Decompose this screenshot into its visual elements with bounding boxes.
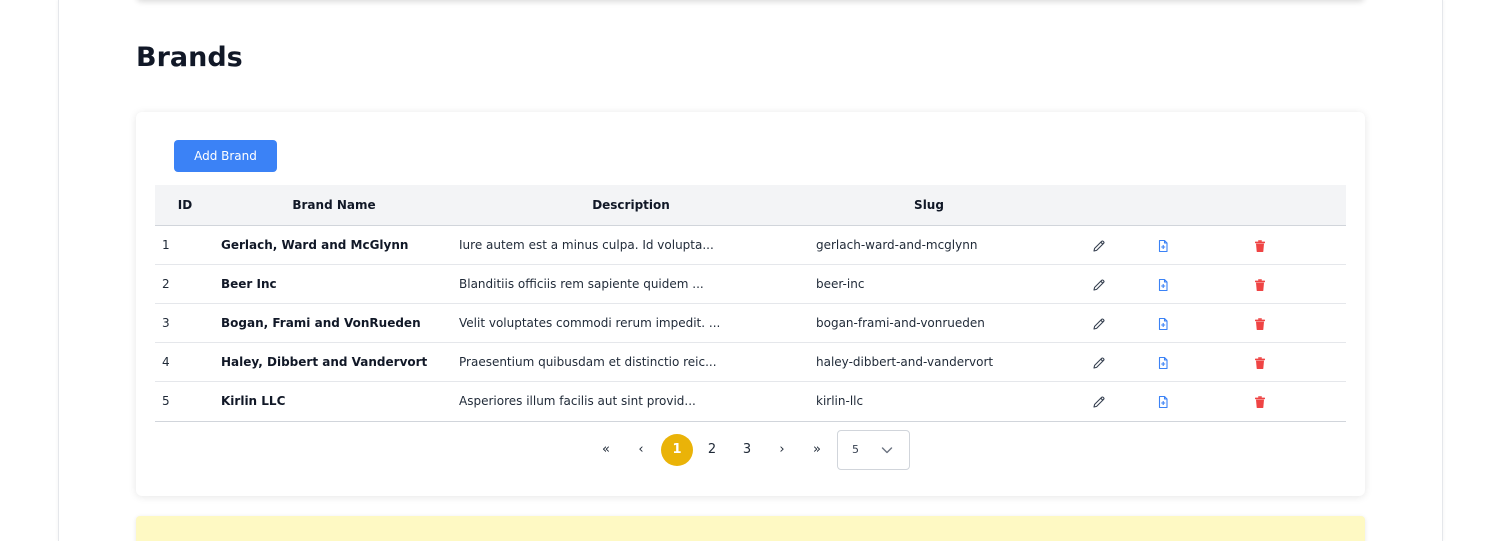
trash-icon[interactable] xyxy=(1253,238,1267,252)
brands-table: ID Brand Name Description Slug 1 Gerlach,… xyxy=(155,185,1346,422)
column-header-description[interactable]: Description xyxy=(459,185,803,225)
page-button-1[interactable]: 1 xyxy=(661,434,693,466)
pencil-icon[interactable] xyxy=(1092,238,1106,252)
cell-slug: bogan-frami-and-vonrueden xyxy=(816,316,985,330)
document-icon[interactable] xyxy=(1156,238,1170,253)
pencil-icon[interactable] xyxy=(1092,355,1106,369)
cell-brand-name: Beer Inc xyxy=(221,277,277,291)
cell-id: 1 xyxy=(162,238,170,252)
cell-id: 2 xyxy=(162,277,170,291)
table-header: ID Brand Name Description Slug xyxy=(155,185,1346,226)
table-row: 2 Beer Inc Blanditiis officiis rem sapient… xyxy=(155,265,1346,304)
cell-brand-name: Haley, Dibbert and Vandervort xyxy=(221,355,428,369)
column-header-brand-name[interactable]: Brand Name xyxy=(221,185,447,225)
document-icon[interactable] xyxy=(1156,394,1170,409)
chevron-down-icon xyxy=(881,447,893,454)
document-icon[interactable] xyxy=(1156,355,1170,370)
cell-slug: gerlach-ward-and-mcglynn xyxy=(816,238,978,252)
table-row: 1 Gerlach, Ward and McGlynn Iure autem est… xyxy=(155,226,1346,265)
cell-slug: beer-inc xyxy=(816,277,865,291)
cell-slug: kirlin-llc xyxy=(816,394,864,408)
cell-description: Praesentium quibusdam et distinctio reic… xyxy=(459,355,717,369)
cell-description: Blanditiis officiis rem sapiente quidem … xyxy=(459,277,704,291)
last-page-button[interactable]: » xyxy=(801,434,833,466)
add-brand-button[interactable]: Add Brand xyxy=(174,140,277,172)
table-body: 1 Gerlach, Ward and McGlynn Iure autem est… xyxy=(155,226,1346,422)
page-button-2[interactable]: 2 xyxy=(696,434,728,466)
pencil-icon[interactable] xyxy=(1092,316,1106,330)
prev-page-button[interactable]: ‹ xyxy=(625,434,657,466)
per-page-value: 5 xyxy=(852,443,859,456)
per-page-select[interactable]: 5 xyxy=(837,430,910,470)
trash-icon[interactable] xyxy=(1253,277,1267,291)
cell-description: Velit voluptates commodi rerum impedit. … xyxy=(459,316,721,330)
cell-description: Asperiores illum facilis aut sint provid… xyxy=(459,394,696,408)
brands-card: Add Brand ID Brand Name Description Slug… xyxy=(136,112,1365,496)
cell-brand-name: Kirlin LLC xyxy=(221,394,286,408)
trash-icon[interactable] xyxy=(1253,394,1267,408)
page-button-3[interactable]: 3 xyxy=(731,434,763,466)
cell-slug: haley-dibbert-and-vandervort xyxy=(816,355,994,369)
next-page-button[interactable]: › xyxy=(766,434,798,466)
cell-brand-name: Gerlach, Ward and McGlynn xyxy=(221,238,409,252)
document-icon[interactable] xyxy=(1156,316,1170,331)
pencil-icon[interactable] xyxy=(1092,394,1106,408)
column-header-slug[interactable]: Slug xyxy=(816,185,1042,225)
cell-description: Iure autem est a minus culpa. Id volupta… xyxy=(459,238,714,252)
column-header-id[interactable]: ID xyxy=(167,185,203,225)
trash-icon[interactable] xyxy=(1253,355,1267,369)
pagination: « ‹ 1 2 3 › » 5 xyxy=(136,430,1365,470)
cell-id: 5 xyxy=(162,394,170,408)
bottom-alert xyxy=(136,516,1365,541)
cell-brand-name: Bogan, Frami and VonRueden xyxy=(221,316,421,330)
table-row: 4 Haley, Dibbert and Vandervort Praesentiu… xyxy=(155,343,1346,382)
cell-id: 3 xyxy=(162,316,170,330)
page-title: Brands xyxy=(136,42,243,73)
trash-icon[interactable] xyxy=(1253,316,1267,330)
cell-id: 4 xyxy=(162,355,170,369)
first-page-button[interactable]: « xyxy=(590,434,622,466)
table-row: 5 Kirlin LLC Asperiores illum facilis aut … xyxy=(155,382,1346,422)
document-icon[interactable] xyxy=(1156,277,1170,292)
pencil-icon[interactable] xyxy=(1092,277,1106,291)
table-row: 3 Bogan, Frami and VonRueden Velit volupta… xyxy=(155,304,1346,343)
